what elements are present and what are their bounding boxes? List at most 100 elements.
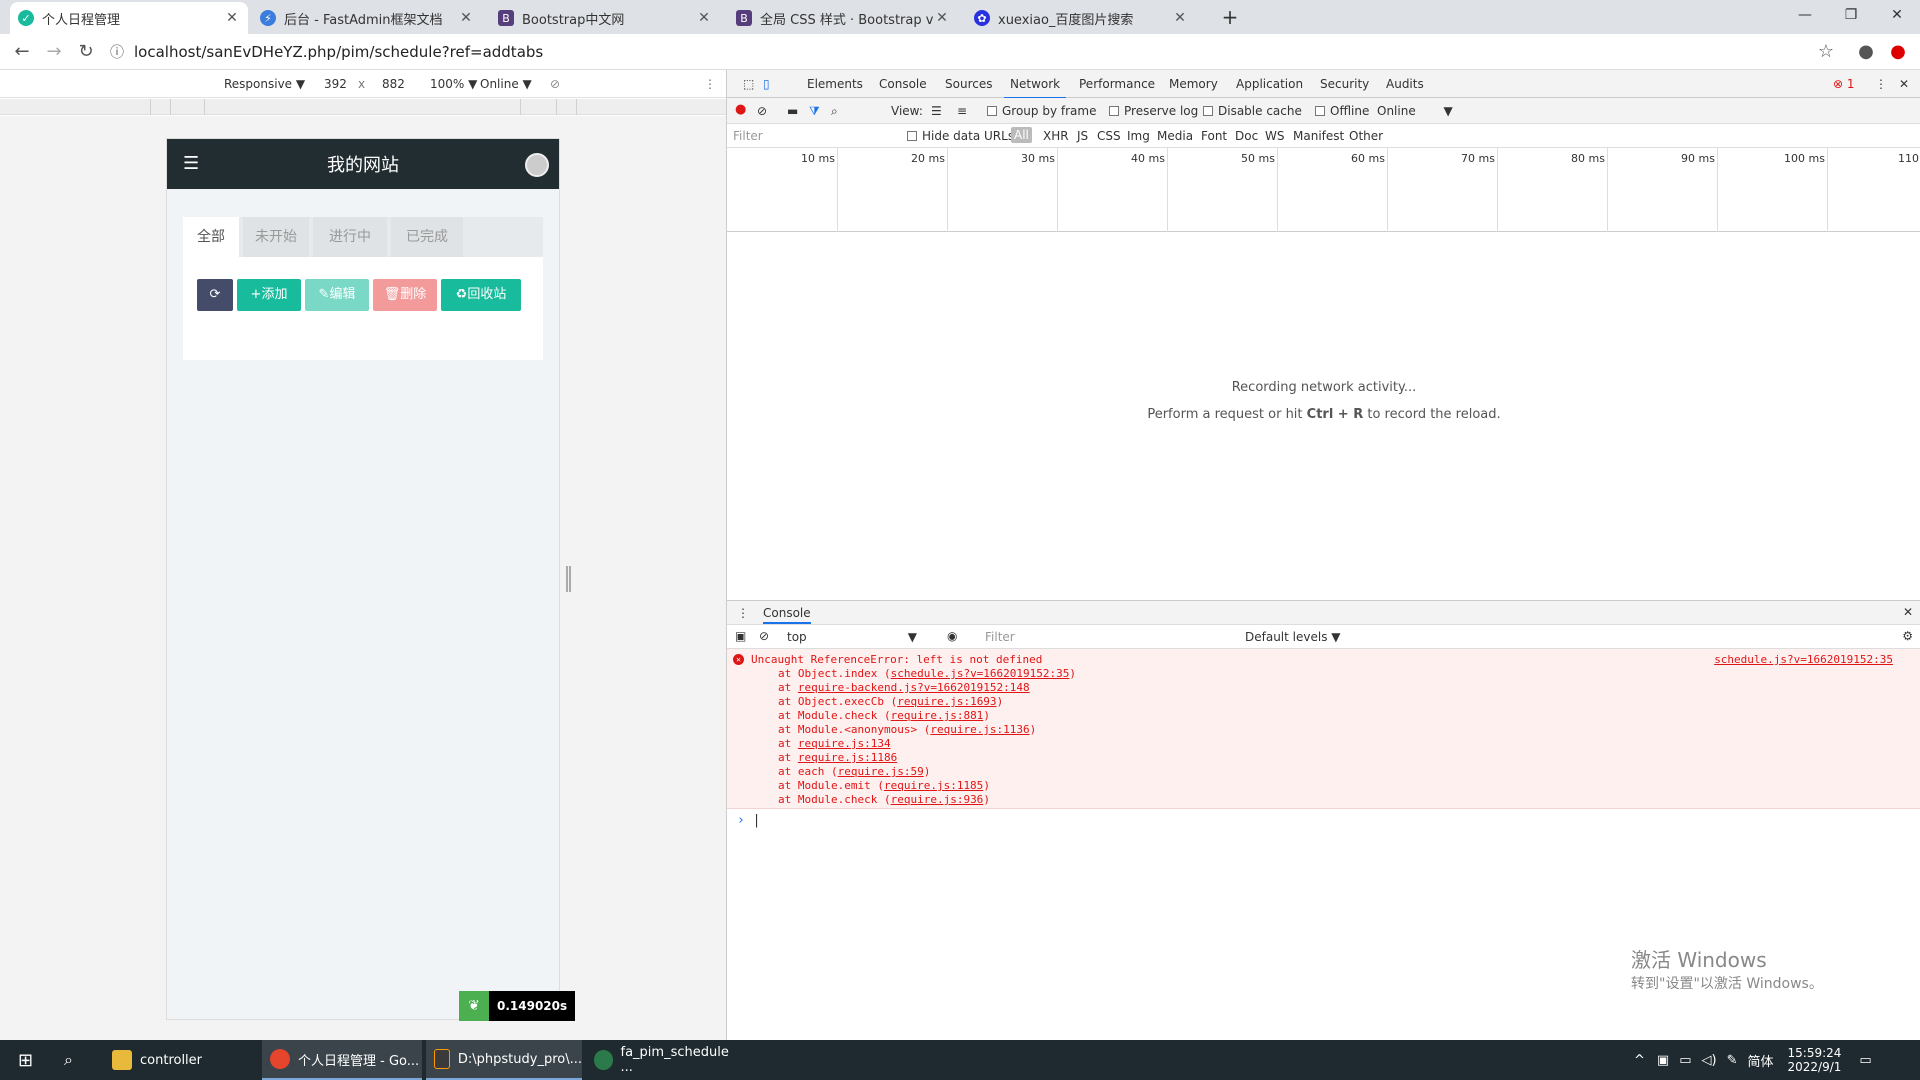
tab-elements[interactable]: Elements: [807, 77, 863, 91]
height-field[interactable]: 882: [382, 77, 405, 91]
star-icon[interactable]: ☆: [1814, 40, 1838, 64]
console-filter-input[interactable]: Filter: [985, 630, 1235, 644]
clear-icon[interactable]: ⊘: [757, 104, 767, 118]
network-overview[interactable]: 10 ms 20 ms 30 ms 40 ms 50 ms 60 ms 70 m…: [727, 148, 1920, 232]
log-levels-select[interactable]: Default levels ▼: [1245, 630, 1341, 644]
close-window-icon[interactable]: ✕: [1874, 0, 1920, 30]
close-icon[interactable]: ✕: [458, 10, 474, 26]
search-icon[interactable]: ⌕: [831, 104, 838, 119]
browser-tab-bootstrap[interactable]: B Bootstrap中文网 ✕: [490, 2, 720, 34]
search-icon[interactable]: ⌕: [56, 1040, 96, 1080]
device-select[interactable]: Responsive ▼: [224, 77, 305, 91]
preserve-log-checkbox[interactable]: Preserve log: [1109, 104, 1198, 118]
type-js[interactable]: JS: [1077, 129, 1088, 143]
error-source-link[interactable]: schedule.js?v=1662019152:35: [1714, 653, 1893, 666]
close-devtools-icon[interactable]: ✕: [1899, 77, 1909, 91]
inspect-icon[interactable]: ⬚: [743, 77, 754, 91]
stack-frame-link[interactable]: require.js:134: [798, 737, 891, 750]
trace-timer[interactable]: ❦ 0.149020s: [459, 991, 576, 1021]
waterfall-icon[interactable]: ≡: [957, 104, 967, 118]
width-field[interactable]: 392: [324, 77, 347, 91]
type-other[interactable]: Other: [1349, 129, 1383, 143]
notification-icon[interactable]: ▭: [1859, 1053, 1871, 1068]
type-css[interactable]: CSS: [1097, 129, 1121, 143]
extension-icon[interactable]: ●: [1886, 40, 1910, 64]
stack-frame-link[interactable]: schedule.js?v=1662019152:35: [891, 667, 1070, 680]
clear-console-icon[interactable]: ⊘: [759, 629, 769, 643]
device-toggle-icon[interactable]: ▯: [763, 77, 770, 91]
minimize-icon[interactable]: —: [1782, 0, 1828, 30]
stack-frame-link[interactable]: require-backend.js?v=1662019152:148: [798, 681, 1030, 694]
throttling-select[interactable]: Online ▼: [1377, 104, 1453, 118]
menu-icon[interactable]: ☰: [183, 153, 199, 174]
browser-tab-fastadmin[interactable]: ⚡ 后台 - FastAdmin框架文档 ✕: [252, 2, 482, 34]
kebab-icon[interactable]: ⋮: [1875, 77, 1887, 91]
more-options-icon[interactable]: ⋮: [704, 77, 716, 91]
screenshot-icon[interactable]: ▬: [787, 104, 798, 118]
browser-tab-schedule[interactable]: ✓ 个人日程管理 ✕: [10, 2, 248, 34]
tab-performance[interactable]: Performance: [1079, 77, 1155, 91]
edit-button[interactable]: ✎编辑: [305, 279, 369, 311]
type-img[interactable]: Img: [1127, 129, 1150, 143]
settings-gear-icon[interactable]: ⚙: [1902, 629, 1913, 643]
taskbar-chrome[interactable]: 个人日程管理 - Go...: [262, 1040, 422, 1080]
account-icon[interactable]: ●: [1854, 40, 1878, 64]
type-ws[interactable]: WS: [1265, 129, 1284, 143]
tab-in-progress[interactable]: 进行中: [313, 217, 387, 257]
tab-not-started[interactable]: 未开始: [243, 217, 309, 257]
filter-icon[interactable]: ⧩: [809, 104, 820, 119]
delete-button[interactable]: 🗑删除: [373, 279, 437, 311]
stack-frame-link[interactable]: require.js:881: [891, 709, 984, 722]
stack-frame-link[interactable]: require.js:1136: [930, 723, 1029, 736]
taskbar-sublime[interactable]: D:\phpstudy_pro\...: [426, 1040, 582, 1080]
browser-tab-bootstrap-css[interactable]: B 全局 CSS 样式 · Bootstrap v3 中 ✕: [728, 2, 958, 34]
tab-application[interactable]: Application: [1236, 77, 1303, 91]
close-icon[interactable]: ✕: [696, 10, 712, 26]
tab-completed[interactable]: 已完成: [391, 217, 463, 257]
throttle-select[interactable]: Online ▼: [480, 77, 532, 91]
error-badge[interactable]: ⊗ 1: [1833, 77, 1855, 91]
group-by-frame-checkbox[interactable]: Group by frame: [987, 104, 1096, 118]
tab-memory[interactable]: Memory: [1169, 77, 1218, 91]
refresh-button[interactable]: ⟳: [197, 279, 233, 311]
disable-cache-checkbox[interactable]: Disable cache: [1203, 104, 1302, 118]
record-icon[interactable]: ●: [735, 102, 746, 117]
tab-network[interactable]: Network: [1003, 77, 1067, 99]
console-prompt[interactable]: › |: [727, 809, 1920, 832]
clock[interactable]: 15:59:24 2022/9/1: [1788, 1046, 1842, 1074]
url-text[interactable]: localhost/sanEvDHeYZ.php/pim/schedule?re…: [134, 43, 543, 61]
pen-icon[interactable]: ✎: [1727, 1053, 1738, 1068]
stack-frame-link[interactable]: require.js:59: [838, 765, 924, 778]
taskbar-navicat[interactable]: fa_pim_schedule ...: [586, 1040, 736, 1080]
stack-frame-link[interactable]: require.js:936: [891, 793, 984, 806]
sidebar-toggle-icon[interactable]: ▣: [735, 629, 746, 643]
tab-all[interactable]: 全部: [183, 217, 239, 257]
close-drawer-icon[interactable]: ✕: [1903, 605, 1913, 619]
forward-icon[interactable]: →: [42, 40, 66, 64]
new-tab-button[interactable]: +: [1216, 4, 1244, 32]
type-doc[interactable]: Doc: [1235, 129, 1258, 143]
taskbar-explorer[interactable]: controller: [104, 1040, 254, 1080]
network-filter-input[interactable]: Filter: [733, 129, 763, 143]
network-icon[interactable]: ▭: [1679, 1053, 1691, 1068]
address-bar[interactable]: ⓘ localhost/sanEvDHeYZ.php/pim/schedule?…: [110, 38, 1810, 66]
info-icon[interactable]: ⓘ: [110, 42, 124, 62]
media-query-bar[interactable]: [0, 99, 726, 115]
recycle-bin-button[interactable]: ♻回收站: [441, 279, 521, 311]
drawer-menu-icon[interactable]: ⋮: [737, 606, 749, 620]
chevron-up-icon[interactable]: ^: [1634, 1053, 1645, 1068]
stack-frame-link[interactable]: require.js:1185: [884, 779, 983, 792]
tab-audits[interactable]: Audits: [1386, 77, 1424, 91]
type-all[interactable]: All: [1011, 127, 1032, 143]
type-media[interactable]: Media: [1157, 129, 1193, 143]
context-select[interactable]: top ▼: [787, 630, 917, 644]
start-icon[interactable]: ⊞: [10, 1040, 46, 1080]
tray-app-icon[interactable]: ▣: [1657, 1053, 1669, 1068]
eye-icon[interactable]: ◉: [947, 629, 957, 643]
avatar[interactable]: [525, 153, 549, 177]
drawer-tab-console[interactable]: Console: [763, 606, 811, 624]
zoom-select[interactable]: 100% ▼: [430, 77, 477, 91]
hide-data-urls-checkbox[interactable]: Hide data URLs: [907, 129, 1014, 143]
close-icon[interactable]: ✕: [224, 10, 240, 26]
list-view-icon[interactable]: ☰: [931, 104, 942, 118]
